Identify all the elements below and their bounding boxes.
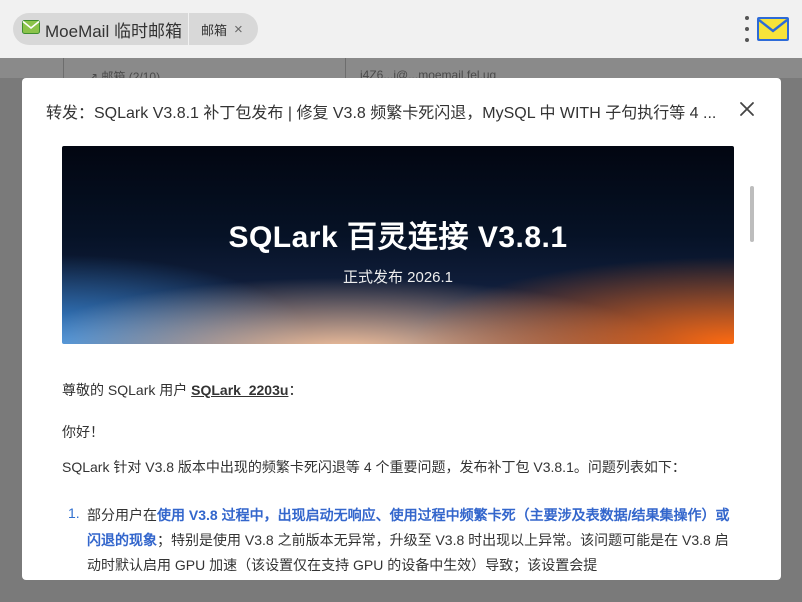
list-item-rest: ；特别是使用 V3.8 之前版本无异常，升级至 V3.8 时出现以上异常。该问题…	[87, 532, 729, 573]
hello-text: 你好！	[62, 424, 104, 440]
tab-sub-label: 邮箱	[201, 22, 228, 38]
envelope-app-icon[interactable]	[756, 16, 790, 47]
close-icon[interactable]	[738, 100, 756, 118]
banner-subtitle: 正式发布 2026.1	[342, 269, 454, 286]
scrollbar[interactable]	[750, 186, 754, 242]
greeting: 尊敬的 SQLark 用户 SQLark_2203u：	[62, 380, 302, 400]
more-menu-icon[interactable]	[742, 16, 752, 42]
modal-title: 转发：SQLark V3.8.1 补丁包发布 | 修复 V3.8 频繁卡死闪退，…	[46, 105, 717, 122]
divider	[345, 58, 346, 78]
greeting-suffix: ：	[288, 382, 303, 398]
browser-tab-bar: MoeMail 临时邮箱 邮箱 ×	[0, 0, 802, 58]
tab-main-label: MoeMail 临时邮箱	[45, 21, 182, 41]
greeting-prefix: 尊敬的 SQLark 用户	[62, 382, 192, 398]
modal-header: 转发：SQLark V3.8.1 补丁包发布 | 修复 V3.8 频繁卡死闪退，…	[22, 78, 781, 140]
username-link[interactable]: SQLark_2203u	[191, 382, 288, 398]
list-item-number: 1.	[68, 505, 80, 521]
email-banner-image: SQLark 百灵连接 V3.8.1 正式发布 2026.1	[62, 146, 734, 344]
tab-mailbox[interactable]: 邮箱 ×	[189, 13, 258, 45]
divider	[63, 58, 64, 78]
list-item-prefix: 部分用户在	[87, 507, 157, 523]
email-preview-modal: 转发：SQLark V3.8.1 补丁包发布 | 修复 V3.8 频繁卡死闪退，…	[22, 78, 781, 580]
background-list-header: ↗ 邮箱 (2/10) j4Z6...i@...moemail.fel.ug	[0, 58, 802, 84]
banner-title: SQLark 百灵连接 V3.8.1	[228, 221, 568, 254]
list-item-text: 部分用户在使用 V3.8 过程中，出现启动无响应、使用过程中频繁卡死（主要涉及表…	[87, 503, 734, 578]
mail-icon	[22, 19, 40, 39]
tab-moemail[interactable]: MoeMail 临时邮箱	[13, 13, 188, 45]
email-body: SQLark 百灵连接 V3.8.1 正式发布 2026.1 尊敬的 SQLar…	[22, 140, 781, 580]
intro-text: SQLark 针对 V3.8 版本中出现的频繁卡死闪退等 4 个重要问题，发布补…	[62, 459, 686, 475]
close-icon[interactable]: ×	[234, 22, 243, 37]
